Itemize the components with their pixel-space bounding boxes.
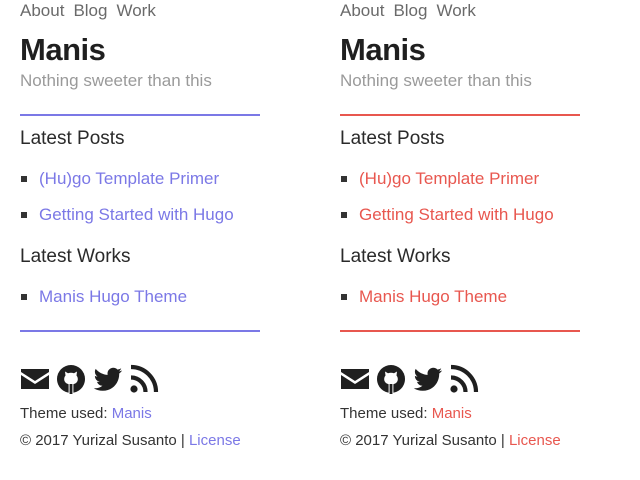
copyright-text: © 2017 Yurizal Susanto |: [20, 432, 189, 449]
copyright-text: © 2017 Yurizal Susanto |: [340, 432, 509, 449]
top-nav: About Blog Work: [20, 0, 165, 22]
latest-works-heading: Latest Works: [20, 246, 131, 267]
social-links: [20, 364, 161, 394]
bullet-icon: [21, 176, 27, 182]
site-title[interactable]: Manis: [20, 30, 106, 70]
nav-blog-link[interactable]: Blog: [73, 1, 107, 20]
theme-link[interactable]: Manis: [112, 405, 152, 422]
site-tagline: Nothing sweeter than this: [340, 71, 532, 90]
twitter-icon[interactable]: [93, 364, 123, 394]
nav-about-link[interactable]: About: [340, 1, 384, 20]
divider: [20, 114, 260, 116]
copyright: © 2017 Yurizal Susanto | License: [20, 431, 241, 451]
twitter-icon[interactable]: [413, 364, 443, 394]
copyright: © 2017 Yurizal Susanto | License: [340, 431, 561, 451]
divider: [340, 330, 580, 332]
email-icon[interactable]: [20, 364, 50, 394]
theme-credit: Theme used: Manis: [340, 404, 472, 424]
theme-credit: Theme used: Manis: [20, 404, 152, 424]
github-icon[interactable]: [56, 364, 86, 394]
email-icon[interactable]: [340, 364, 370, 394]
license-link[interactable]: License: [509, 432, 561, 449]
post-link[interactable]: Getting Started with Hugo: [359, 203, 554, 227]
site-tagline: Nothing sweeter than this: [20, 71, 212, 90]
post-link[interactable]: (Hu)go Template Primer: [39, 167, 219, 191]
rss-icon[interactable]: [449, 364, 479, 394]
nav-work-link[interactable]: Work: [116, 1, 155, 20]
post-link[interactable]: (Hu)go Template Primer: [359, 167, 539, 191]
nav-blog-link[interactable]: Blog: [393, 1, 427, 20]
latest-posts-heading: Latest Posts: [20, 128, 125, 149]
work-link[interactable]: Manis Hugo Theme: [39, 285, 187, 309]
work-link[interactable]: Manis Hugo Theme: [359, 285, 507, 309]
top-nav: About Blog Work: [340, 0, 485, 22]
bullet-icon: [21, 294, 27, 300]
latest-posts-heading: Latest Posts: [340, 128, 445, 149]
nav-work-link[interactable]: Work: [436, 1, 475, 20]
divider: [20, 330, 260, 332]
bullet-icon: [341, 294, 347, 300]
bullet-icon: [341, 212, 347, 218]
post-link[interactable]: Getting Started with Hugo: [39, 203, 234, 227]
bullet-icon: [21, 212, 27, 218]
bullet-icon: [341, 176, 347, 182]
site-title[interactable]: Manis: [340, 30, 426, 70]
social-links: [340, 364, 481, 394]
rss-icon[interactable]: [129, 364, 159, 394]
divider: [340, 114, 580, 116]
latest-works-heading: Latest Works: [340, 246, 451, 267]
license-link[interactable]: License: [189, 432, 241, 449]
theme-credit-label: Theme used:: [340, 405, 432, 422]
nav-about-link[interactable]: About: [20, 1, 64, 20]
theme-link[interactable]: Manis: [432, 405, 472, 422]
github-icon[interactable]: [376, 364, 406, 394]
theme-credit-label: Theme used:: [20, 405, 112, 422]
